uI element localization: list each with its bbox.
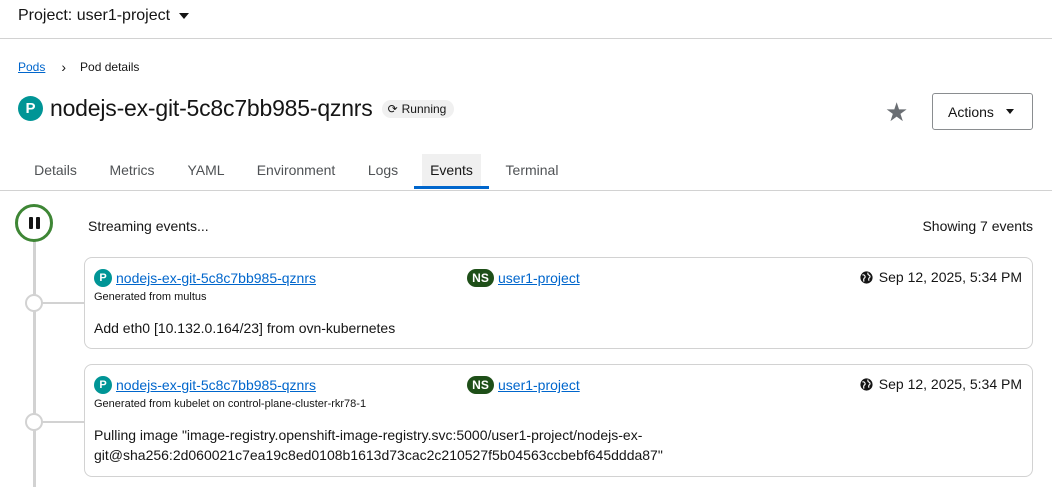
globe-icon xyxy=(860,377,873,391)
timestamp-text: Sep 12, 2025, 5:34 PM xyxy=(878,376,1022,392)
tab-label: Environment xyxy=(256,162,336,178)
tab-logs[interactable]: Logs xyxy=(358,150,408,190)
event-card: P nodejs-ex-git-5c8c7bb985-qznrs NS user… xyxy=(84,364,1033,477)
star-icon[interactable]: ★ xyxy=(885,99,908,125)
project-bar: Project: user1-project xyxy=(0,0,1052,39)
event-pod: P nodejs-ex-git-5c8c7bb985-qznrs xyxy=(94,376,316,394)
timeline-connector xyxy=(42,421,84,423)
tab-label: YAML xyxy=(187,162,225,178)
tab-metrics[interactable]: Metrics xyxy=(100,150,164,190)
pod-resource-badge: P xyxy=(94,269,112,287)
project-selector[interactable]: Project: user1-project xyxy=(18,7,190,25)
timeline-node xyxy=(25,413,43,431)
status-badge: ⟳ Running xyxy=(381,99,455,118)
tab-terminal[interactable]: Terminal xyxy=(496,150,568,190)
page-title: nodejs-ex-git-5c8c7bb985-qznrs xyxy=(50,95,373,121)
events-count: Showing 7 events xyxy=(922,218,1033,234)
active-tab-indicator xyxy=(414,186,489,189)
event-message: Pulling image "image-registry.openshift-… xyxy=(94,425,663,465)
pause-icon xyxy=(28,217,40,229)
tab-label: Details xyxy=(34,162,77,178)
event-card: P nodejs-ex-git-5c8c7bb985-qznrs NS user… xyxy=(84,257,1033,349)
event-source: Generated from kubelet on control-plane-… xyxy=(94,398,367,410)
pod-resource-badge: P xyxy=(94,376,112,394)
pod-link[interactable]: nodejs-ex-git-5c8c7bb985-qznrs xyxy=(116,270,316,286)
sync-icon: ⟳ xyxy=(387,101,398,116)
event-message-line: Pulling image "image-registry.openshift-… xyxy=(94,427,643,443)
tab-details[interactable]: Details xyxy=(24,150,87,190)
timeline-line xyxy=(33,240,36,487)
streaming-status: Streaming events... xyxy=(88,218,209,234)
timestamp-text: Sep 12, 2025, 5:34 PM xyxy=(878,269,1022,285)
globe-icon xyxy=(860,270,873,284)
tab-environment[interactable]: Environment xyxy=(248,150,344,190)
caret-down-icon xyxy=(1005,109,1014,114)
tab-label: Logs xyxy=(367,162,399,178)
breadcrumb-link-pods[interactable]: Pods xyxy=(18,60,45,74)
event-message: Add eth0 [10.132.0.164/23] from ovn-kube… xyxy=(94,320,396,336)
project-selector-label: Project: user1-project xyxy=(18,7,171,24)
caret-down-icon xyxy=(179,13,190,19)
tab-yaml[interactable]: YAML xyxy=(178,150,234,190)
status-label: Running xyxy=(401,101,447,116)
namespace-link[interactable]: user1-project xyxy=(498,377,580,393)
breadcrumb: Pods › Pod details xyxy=(18,59,139,75)
namespace-resource-badge: NS xyxy=(467,269,494,287)
timeline-node xyxy=(25,294,43,312)
event-timestamp: Sep 12, 2025, 5:34 PM xyxy=(860,269,1022,285)
pod-resource-badge: P xyxy=(18,96,43,121)
actions-button[interactable]: Actions xyxy=(932,93,1033,130)
event-source: Generated from multus xyxy=(94,291,207,303)
event-namespace: NS user1-project xyxy=(467,269,580,287)
tab-label: Terminal xyxy=(505,162,559,178)
chevron-right-icon: › xyxy=(61,59,67,75)
pause-button[interactable] xyxy=(15,204,53,242)
tab-label: Metrics xyxy=(109,162,155,178)
event-namespace: NS user1-project xyxy=(467,376,580,394)
breadcrumb-current: Pod details xyxy=(80,60,140,74)
event-timestamp: Sep 12, 2025, 5:34 PM xyxy=(860,376,1022,392)
timeline-connector xyxy=(42,302,84,304)
page-header: P nodejs-ex-git-5c8c7bb985-qznrs ⟳ Runni… xyxy=(18,95,455,122)
pod-link[interactable]: nodejs-ex-git-5c8c7bb985-qznrs xyxy=(116,377,316,393)
tab-bar: Details Metrics YAML Environment Logs Ev… xyxy=(0,150,1052,191)
event-message-line: git@sha256:2d060021c7ea19c8ed0108b1613d7… xyxy=(94,447,663,463)
event-pod: P nodejs-ex-git-5c8c7bb985-qznrs xyxy=(94,269,316,287)
namespace-resource-badge: NS xyxy=(467,376,494,394)
tab-label: Events xyxy=(422,154,481,186)
tab-events[interactable]: Events xyxy=(414,150,489,190)
namespace-link[interactable]: user1-project xyxy=(498,270,580,286)
actions-label: Actions xyxy=(948,103,994,120)
